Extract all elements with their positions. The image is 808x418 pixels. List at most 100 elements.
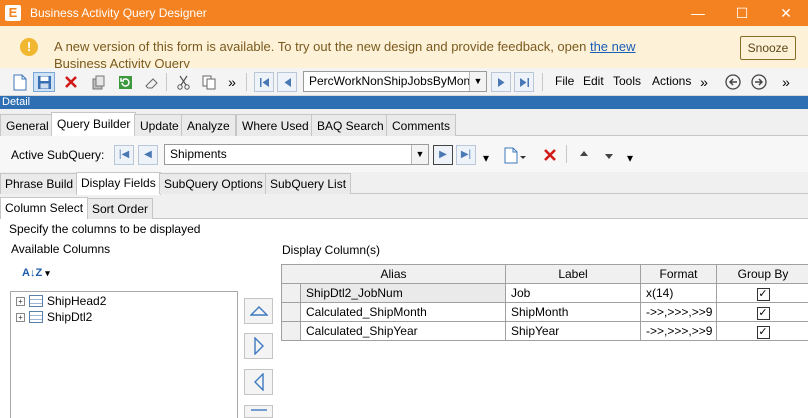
subquery-next-button[interactable]: ▶ [433, 145, 453, 165]
tab-display-fields[interactable]: Display Fields [76, 172, 161, 195]
tab-query-builder[interactable]: Query Builder [51, 112, 137, 137]
last-record-button[interactable] [514, 72, 534, 92]
table-row[interactable]: Calculated_ShipMonth ShipMonth ->>,>>>,>… [282, 303, 808, 322]
delete-subquery-button[interactable] [540, 145, 560, 165]
forward-button[interactable] [748, 72, 770, 92]
minimize-icon: — [691, 5, 705, 21]
group-by-checkbox[interactable]: ✓ [756, 307, 770, 320]
format-cell[interactable]: x(14) [641, 284, 717, 303]
tab-comments[interactable]: Comments [386, 114, 457, 136]
alias-cell[interactable]: Calculated_ShipMonth [301, 303, 506, 322]
alias-cell[interactable]: ShipDtl2_JobNum [301, 284, 506, 303]
row-selector[interactable] [282, 303, 301, 322]
nav-overflow-button[interactable]: » [780, 72, 792, 92]
tab-analyze[interactable]: Analyze [181, 114, 236, 136]
toolbar-overflow-button[interactable]: » [226, 72, 238, 92]
query-id-combo[interactable]: PercWorkNonShipJobsByMon ▼ [303, 71, 487, 92]
table-row[interactable]: Calculated_ShipYear ShipYear ->>,>>>,>>9… [282, 322, 808, 341]
subquery-toolbar-overflow[interactable]: ▾ [624, 148, 636, 168]
label-cell[interactable]: ShipYear [506, 322, 641, 341]
attachment-button[interactable] [87, 72, 109, 92]
new-design-link[interactable]: the new [590, 39, 636, 54]
tab-update[interactable]: Update [134, 114, 185, 136]
subquery-last-button[interactable]: ▶| [456, 145, 476, 165]
group-by-checkbox[interactable]: ✓ [756, 326, 770, 339]
remove-column-button[interactable] [244, 369, 273, 395]
copy-button[interactable] [198, 72, 220, 92]
save-button[interactable] [33, 72, 55, 92]
subquery-first-button[interactable]: |◀ [114, 145, 134, 165]
new-button[interactable] [10, 72, 30, 92]
clear-button[interactable] [140, 72, 162, 92]
previous-record-button[interactable] [277, 72, 297, 92]
title-bar: E Business Activity Query Designer — ☐ ✕ [0, 0, 808, 26]
row-selector[interactable] [282, 284, 301, 303]
column-header-format[interactable]: Format [641, 265, 717, 284]
triangle-up-icon [249, 306, 268, 316]
menu-file[interactable]: File [555, 74, 574, 88]
close-button[interactable]: ✕ [764, 0, 808, 26]
table-icon [29, 295, 43, 307]
available-columns-tree[interactable]: + ShipHead2 + ShipDtl2 [10, 291, 238, 418]
subquery-nav-dropdown[interactable]: ▾ [480, 148, 492, 168]
add-column-button[interactable] [244, 333, 273, 359]
sort-alphabetical-icon[interactable]: A↓Z ▾ [22, 267, 50, 279]
active-subquery-combo[interactable]: Shipments ▼ [164, 144, 429, 165]
group-by-checkbox[interactable]: ✓ [756, 288, 770, 301]
new-subquery-button[interactable] [502, 145, 528, 165]
expand-icon[interactable]: + [16, 312, 25, 322]
next-record-button[interactable] [491, 72, 511, 92]
menu-overflow-button[interactable]: » [698, 72, 710, 92]
row-selector[interactable] [282, 322, 301, 341]
first-record-button[interactable] [254, 72, 274, 92]
snooze-button[interactable]: Snooze [740, 36, 796, 60]
menu-tools[interactable]: Tools [613, 74, 641, 88]
tab-subquery-options[interactable]: SubQuery Options [159, 173, 268, 194]
triangle-right-icon [253, 337, 264, 355]
delete-button[interactable] [60, 72, 82, 92]
back-button[interactable] [722, 72, 744, 92]
move-down-subquery-button[interactable] [599, 145, 619, 165]
table-row[interactable]: ShipDtl2_JobNum Job x(14) ✓ [282, 284, 808, 303]
triangle-left-icon [253, 373, 264, 391]
label-cell[interactable]: Job [506, 284, 641, 303]
format-cell[interactable]: ->>,>>>,>>9 [641, 303, 717, 322]
toolbar-separator [566, 145, 567, 163]
new-design-link-continued[interactable]: Business Activity Query [54, 56, 190, 68]
tree-node[interactable]: + ShipDtl2 [16, 310, 92, 324]
chevron-down-icon[interactable]: ▼ [411, 145, 428, 164]
label-cell[interactable]: ShipMonth [506, 303, 641, 322]
menu-actions[interactable]: Actions [652, 74, 691, 88]
display-columns-grid[interactable]: Alias Label Format Group By ShipDtl2_Job… [281, 264, 808, 341]
last-icon: ▶| [460, 149, 472, 160]
chevron-down-icon[interactable]: ▼ [469, 72, 486, 91]
tab-column-select[interactable]: Column Select [0, 197, 89, 220]
maximize-button[interactable]: ☐ [720, 0, 764, 26]
alias-cell[interactable]: Calculated_ShipYear [301, 322, 506, 341]
column-header-alias[interactable]: Alias [282, 265, 506, 284]
move-up-button[interactable] [244, 298, 273, 324]
tree-node[interactable]: + ShipHead2 [16, 294, 106, 308]
expand-icon[interactable]: + [16, 296, 25, 306]
column-header-group-by[interactable]: Group By [717, 265, 808, 284]
subquery-tab-strip: Phrase Build Display Fields SubQuery Opt… [0, 172, 808, 195]
subquery-previous-button[interactable]: ◀ [138, 145, 158, 165]
format-cell[interactable]: ->>,>>>,>>9 [641, 322, 717, 341]
tab-general[interactable]: General [0, 114, 55, 136]
refresh-button[interactable] [114, 72, 136, 92]
tab-subquery-list[interactable]: SubQuery List [265, 173, 352, 194]
tab-phrase-build[interactable]: Phrase Build [0, 173, 79, 194]
move-down-button[interactable] [244, 405, 273, 418]
eraser-icon [144, 77, 158, 88]
grid-header-row: Alias Label Format Group By [282, 265, 808, 284]
menu-edit[interactable]: Edit [583, 74, 604, 88]
move-up-subquery-button[interactable] [574, 145, 594, 165]
minimize-button[interactable]: — [676, 0, 720, 26]
tree-node-label: ShipDtl2 [47, 310, 93, 324]
cut-button[interactable] [172, 72, 194, 92]
tab-sort-order[interactable]: Sort Order [87, 198, 154, 219]
new-document-icon [13, 74, 27, 90]
column-header-label[interactable]: Label [506, 265, 641, 284]
tab-baq-search[interactable]: BAQ Search [311, 114, 390, 136]
tab-where-used[interactable]: Where Used [236, 114, 315, 136]
